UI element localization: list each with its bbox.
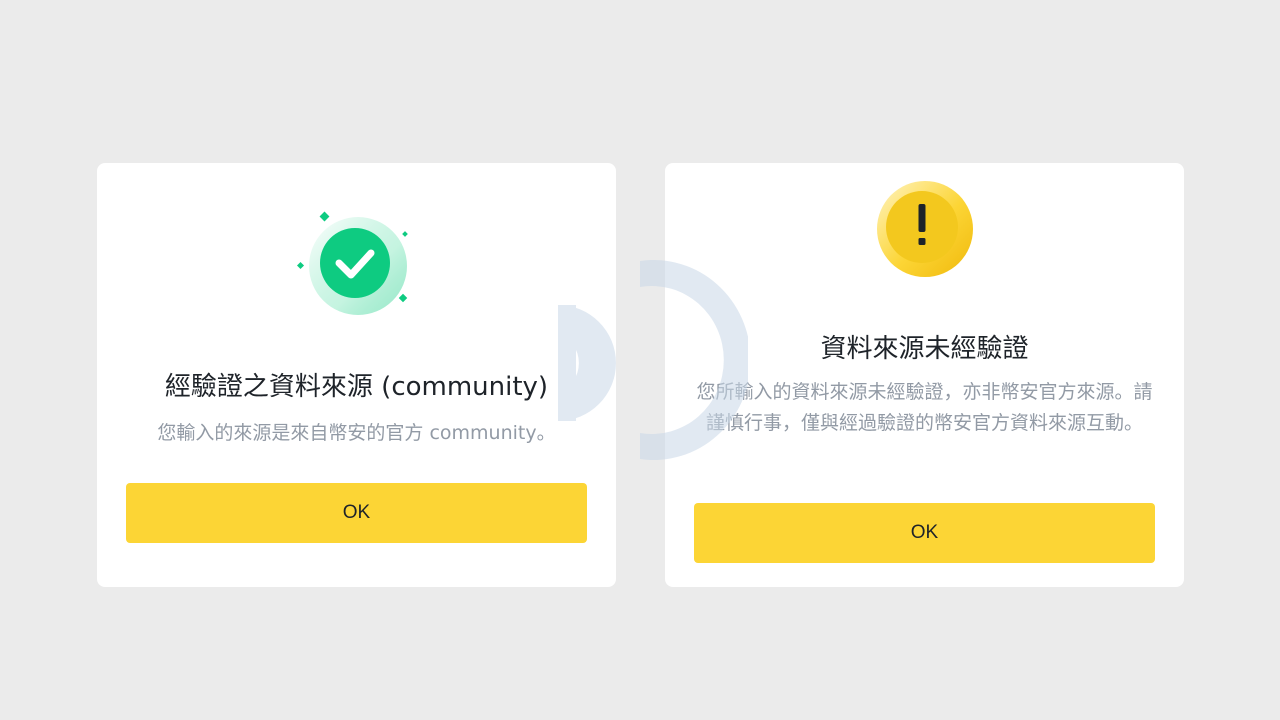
- unverified-source-dialog: 資料來源未經驗證 您所輸入的資料來源未經驗證，亦非幣安官方來源。請謹慎行事，僅與…: [665, 163, 1184, 587]
- dialog-title: 經驗證之資料來源 (community): [164, 372, 549, 402]
- dialog-title: 資料來源未經驗證: [820, 334, 1029, 364]
- verified-source-dialog: 經驗證之資料來源 (community) 您輸入的來源是來自幣安的官方 comm…: [97, 163, 616, 587]
- warning-exclamation-icon: [875, 179, 975, 279]
- dialog-description: 您輸入的來源是來自幣安的官方 community。: [157, 422, 556, 444]
- ok-button[interactable]: OK: [126, 483, 587, 543]
- ok-button[interactable]: OK: [694, 503, 1155, 563]
- dialog-description: 您所輸入的資料來源未經驗證，亦非幣安官方來源。請謹慎行事，僅與經過驗證的幣安官方…: [696, 381, 1153, 434]
- check-circle-icon: [296, 209, 417, 319]
